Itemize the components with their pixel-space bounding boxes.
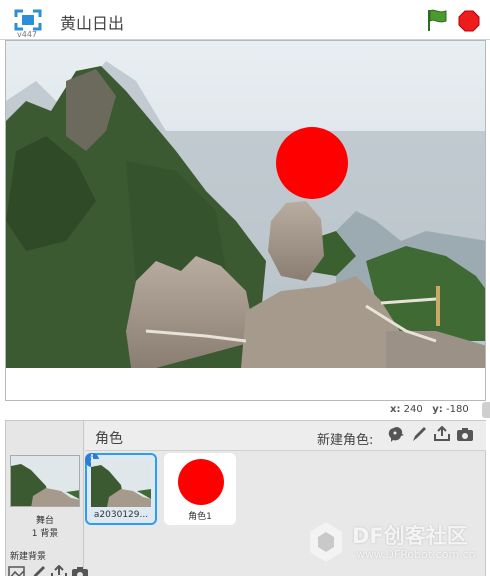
upload-sprite-icon[interactable] [433,426,451,442]
sprites-header: 角色 新建角色: [85,421,486,451]
new-sprite-tools [387,426,474,442]
green-flag-icon[interactable] [425,8,449,32]
upload-icon[interactable] [50,565,68,576]
new-backdrop-label: 新建背景 [10,552,47,562]
new-backdrop-tools [8,565,89,576]
watermark-brand: DF创客社区 [352,524,468,548]
top-bar: v447 黄山日出 [0,0,490,40]
sprite-library-icon[interactable] [387,426,405,442]
camera-sprite-icon[interactable] [456,426,474,442]
x-coord-label: x: [390,404,401,415]
sprite-thumbnail [168,457,228,505]
y-coord-label: y: [432,404,443,415]
stage-column: 舞台 1 背景 新建背景 [6,421,88,576]
fullscreen-icon[interactable] [14,9,42,31]
new-sprite-label: 新建角色: [317,433,374,448]
sprite-thumbnail [91,459,151,507]
collapse-handle[interactable] [482,402,490,418]
version-label: v447 [17,30,38,39]
x-coord-value: 240 [403,404,423,415]
stage[interactable] [5,40,486,401]
sprite-tile-2[interactable]: 角色1 [164,453,236,525]
mouse-coordinates: x: 240 y: -180 [390,404,469,415]
sprite-name: a2030129... [93,510,149,520]
dfrobot-watermark: DF创客社区 www.DFRobot.com.cn [302,518,488,570]
stage-backdrop-image [6,41,485,368]
stage-thumbnail[interactable] [10,455,80,507]
project-title: 黄山日出 [60,14,125,33]
sprite-name: 角色1 [188,512,212,522]
watermark-url: www.DFRobot.com.cn [356,548,476,561]
paint-new-sprite-icon[interactable] [410,426,428,442]
stop-icon[interactable] [458,10,480,32]
stage-label: 舞台 [35,516,54,526]
dfrobot-logo [310,522,342,562]
y-coord-value: -180 [446,404,469,415]
camera-icon[interactable] [71,565,89,576]
backdrop-count: 1 背景 [31,529,59,539]
sprite-tile-1[interactable]: i a2030129... [85,453,157,525]
sprite-red-circle[interactable] [276,127,348,199]
paint-icon[interactable] [29,565,47,576]
sprites-title: 角色 [95,431,123,447]
backdrop-library-icon[interactable] [8,565,26,576]
